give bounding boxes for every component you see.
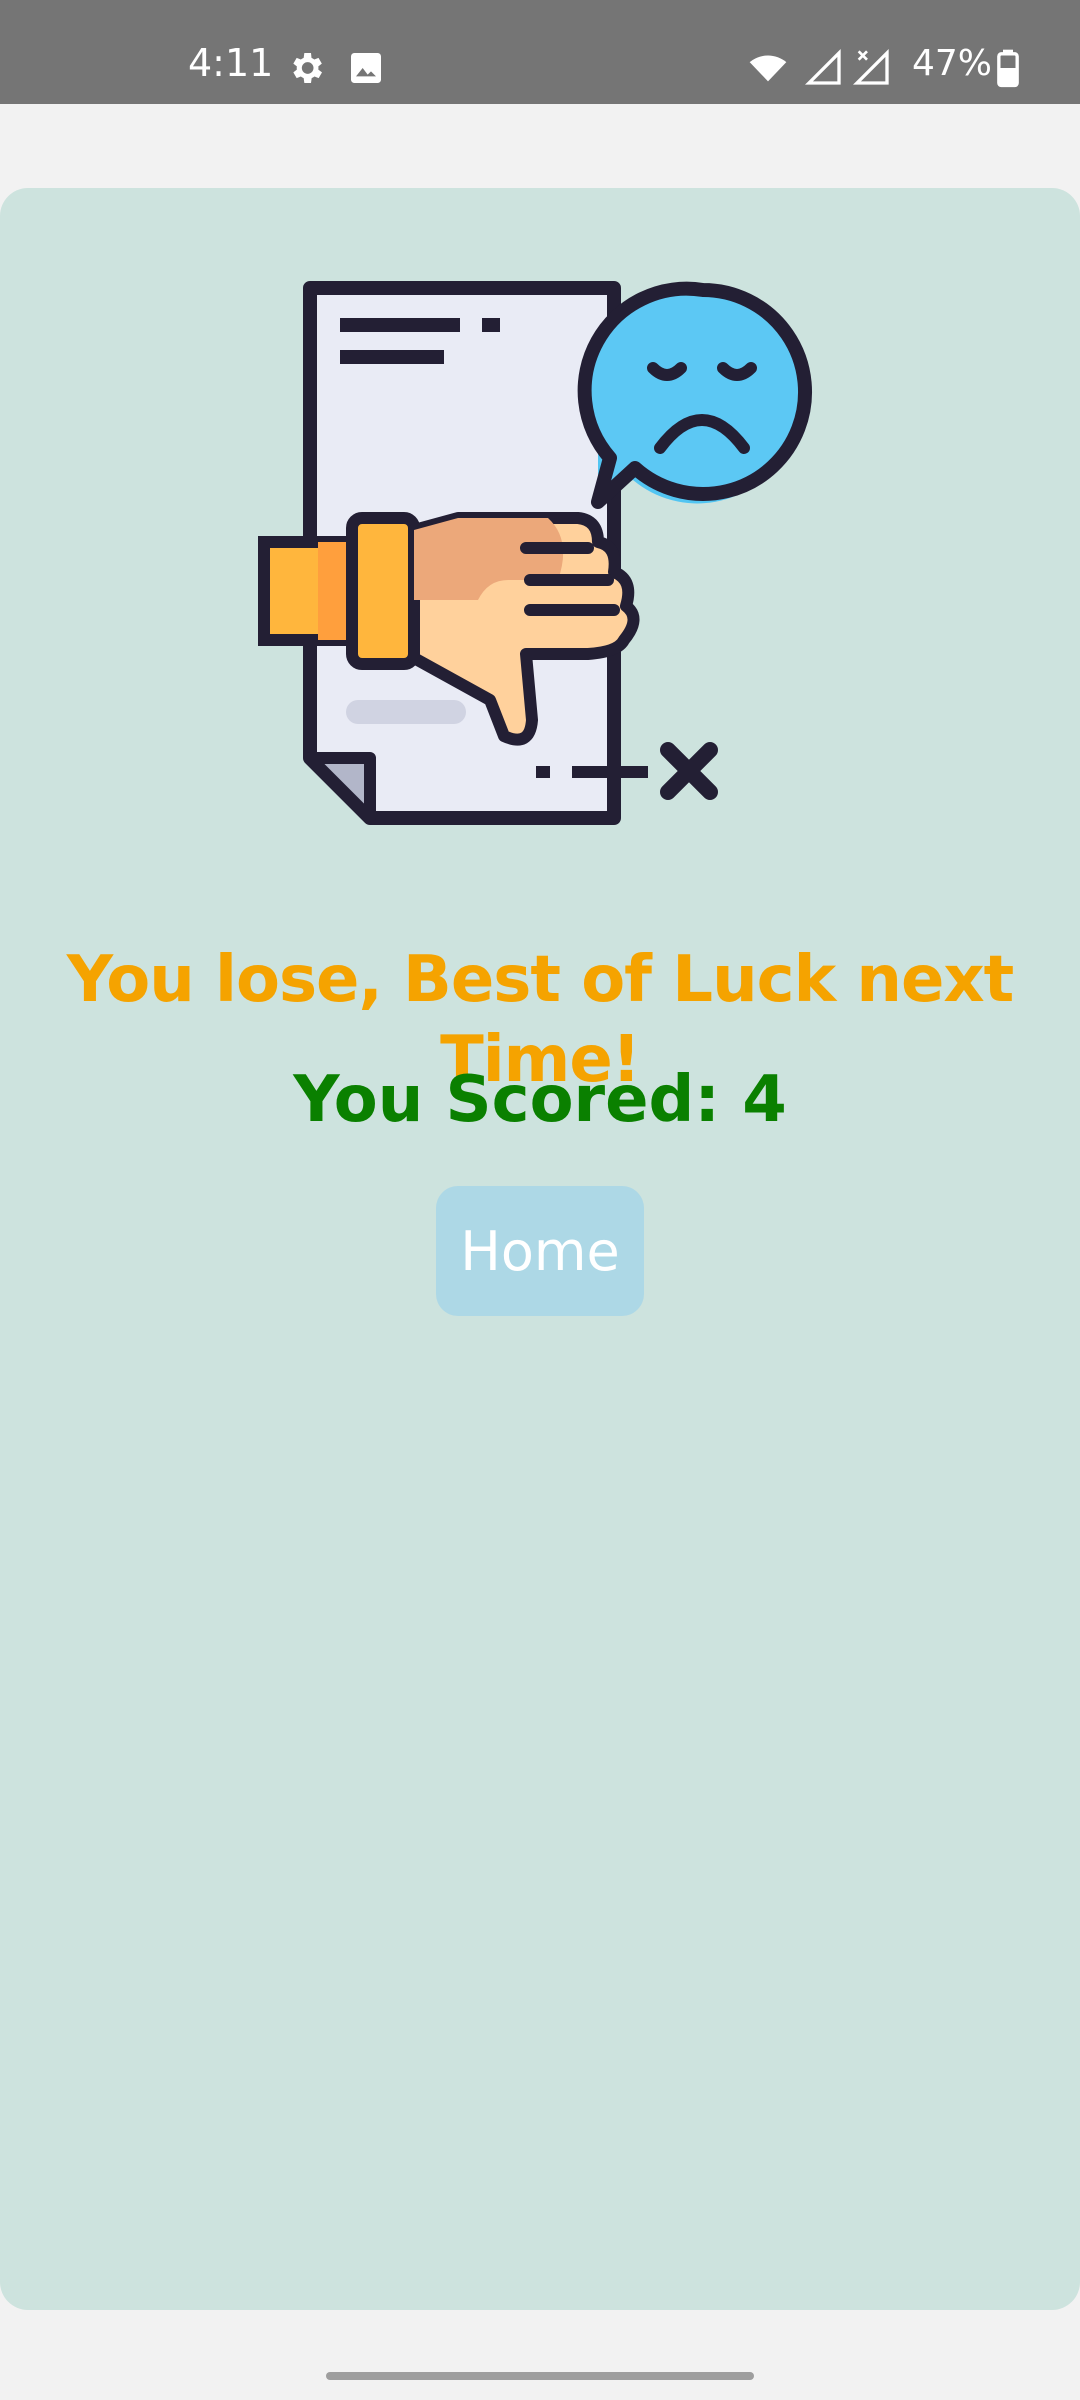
signal-icon — [804, 48, 841, 85]
status-time: 4:11 — [188, 41, 274, 85]
image-icon — [351, 53, 381, 83]
settings-icon — [293, 53, 322, 83]
wifi-icon — [749, 55, 787, 82]
status-bar: 4:11 47% — [0, 0, 1080, 104]
home-button[interactable]: Home — [436, 1186, 644, 1316]
signal-no-data-icon — [852, 48, 889, 85]
battery-icon — [997, 49, 1019, 88]
score-text: You Scored: 4 — [293, 1063, 787, 1137]
thumbs-down-document-icon — [258, 281, 813, 825]
battery-percentage: 47% — [912, 43, 993, 84]
gesture-nav-handle[interactable] — [326, 2372, 754, 2380]
